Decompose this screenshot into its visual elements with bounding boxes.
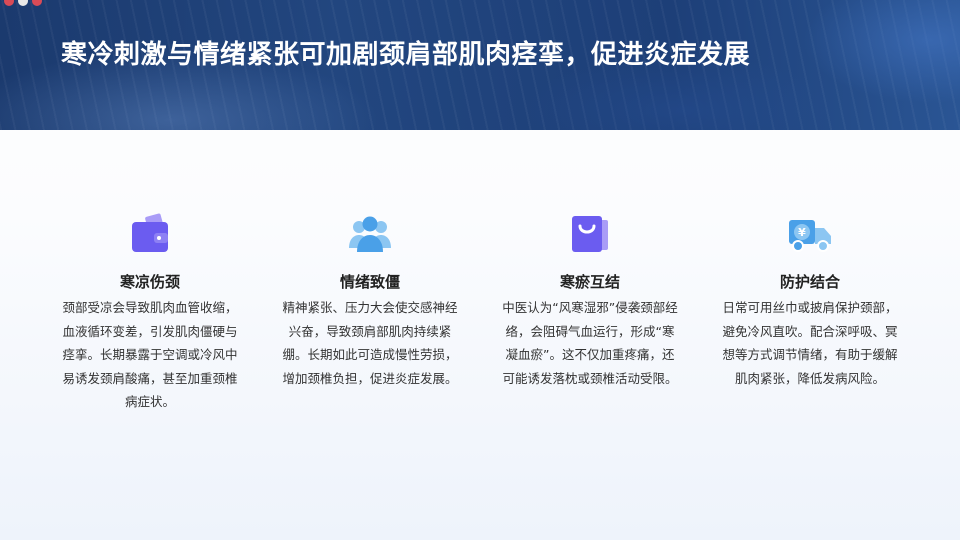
card-title: 防护结合 bbox=[779, 273, 840, 291]
card-text: 颈部受凉会导致肌肉血管收缩，血液循环变差，引发肌肉僵硬与痉挛。长期暴露于空调或冷… bbox=[62, 300, 238, 409]
card-stasis: 寒瘀互结 中医认为“风寒湿邪”侵袭颈部经络，会阻碍气血运行，形成“寒凝血瘀”。这… bbox=[500, 210, 680, 414]
delivery-truck-icon: ¥ bbox=[786, 210, 834, 258]
card-text: 日常可用丝巾或披肩保护颈部，避免冷风直吹。配合深呼吸、冥想等方式调节情绪，有助于… bbox=[722, 300, 898, 386]
slide: 寒冷刺激与情绪紧张可加剧颈肩部肌肉痉挛，促进炎症发展 寒凉伤颈 颈部受凉会导致肌… bbox=[0, 0, 960, 540]
svg-text:¥: ¥ bbox=[798, 226, 806, 239]
header-banner: 寒冷刺激与情绪紧张可加剧颈肩部肌肉痉挛，促进炎症发展 bbox=[0, 0, 960, 130]
card-title: 情绪致僵 bbox=[339, 273, 400, 291]
card-emotion: 情绪致僵 精神紧张、压力大会使交感神经兴奋，导致颈肩部肌肉持续紧绷。长期如此可造… bbox=[280, 210, 460, 414]
shopping-bag-icon bbox=[566, 210, 614, 258]
page-title: 寒冷刺激与情绪紧张可加剧颈肩部肌肉痉挛，促进炎症发展 bbox=[61, 40, 751, 70]
card-text: 中医认为“风寒湿邪”侵袭颈部经络，会阻碍气血运行，形成“寒凝血瘀”。这不仅加重疼… bbox=[502, 300, 678, 386]
wallet-icon bbox=[126, 210, 174, 258]
card-row: 寒凉伤颈 颈部受凉会导致肌肉血管收缩，血液循环变差，引发肌肉僵硬与痉挛。长期暴露… bbox=[60, 210, 900, 414]
banner-decoration bbox=[0, 0, 60, 8]
users-icon bbox=[346, 210, 394, 258]
card-title: 寒瘀互结 bbox=[559, 273, 620, 291]
card-text: 精神紧张、压力大会使交感神经兴奋，导致颈肩部肌肉持续紧绷。长期如此可造成慢性劳损… bbox=[282, 300, 458, 386]
card-cold: 寒凉伤颈 颈部受凉会导致肌肉血管收缩，血液循环变差，引发肌肉僵硬与痉挛。长期暴露… bbox=[60, 210, 240, 414]
card-protect: ¥ 防护结合 日常可用丝巾或披肩保护颈部，避免冷风直吹。配合深呼吸、冥想等方式调… bbox=[720, 210, 900, 414]
card-title: 寒凉伤颈 bbox=[119, 273, 180, 291]
